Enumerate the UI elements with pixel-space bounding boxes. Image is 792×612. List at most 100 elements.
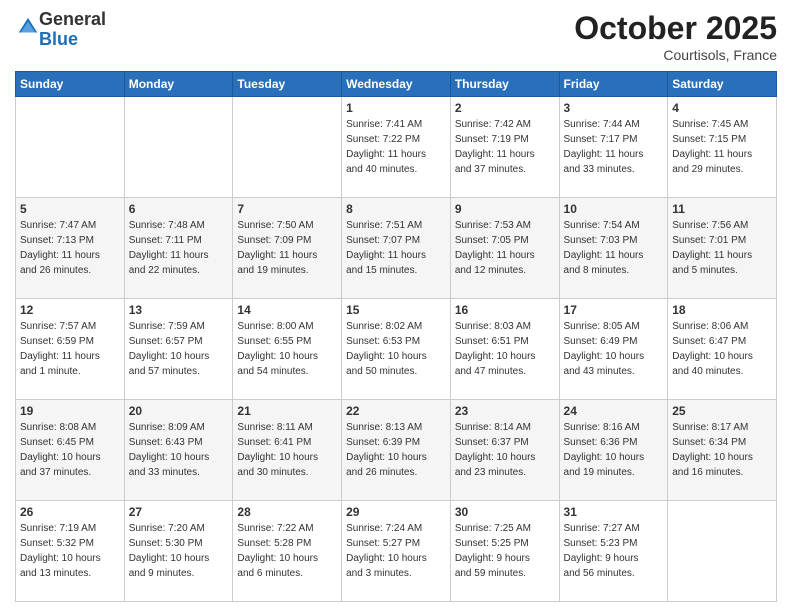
day-number: 6 bbox=[129, 202, 229, 216]
calendar-cell-4-1: 27 Sunrise: 7:20 AM Sunset: 5:30 PM Dayli… bbox=[124, 501, 233, 602]
calendar-cell-2-1: 13 Sunrise: 7:59 AM Sunset: 6:57 PM Dayli… bbox=[124, 299, 233, 400]
logo-icon bbox=[17, 16, 39, 38]
calendar-cell-3-5: 24Sunrise: 8:16 AM Sunset: 6:36 PM Dayli… bbox=[559, 400, 668, 501]
day-number: 17 bbox=[564, 303, 664, 317]
day-number: 13 bbox=[129, 303, 229, 317]
calendar-cell-0-0 bbox=[16, 97, 125, 198]
day-number: 21 bbox=[237, 404, 337, 418]
day-info: Sunrise: 8:00 AM Sunset: 6:55 PM Dayligh… bbox=[237, 319, 337, 379]
day-number: 9 bbox=[455, 202, 555, 216]
calendar-cell-4-3: 29 Sunrise: 7:24 AM Sunset: 5:27 PM Dayli… bbox=[342, 501, 451, 602]
calendar-cell-2-0: 12Sunrise: 7:57 AM Sunset: 6:59 PM Dayli… bbox=[16, 299, 125, 400]
day-number: 15 bbox=[346, 303, 446, 317]
calendar-cell-1-4: 9 Sunrise: 7:53 AM Sunset: 7:05 PM Daylig… bbox=[450, 198, 559, 299]
day-number: 19 bbox=[20, 404, 120, 418]
day-number: 31 bbox=[564, 505, 664, 519]
calendar-cell-2-3: 15 Sunrise: 8:02 AM Sunset: 6:53 PM Dayli… bbox=[342, 299, 451, 400]
day-number: 16 bbox=[455, 303, 555, 317]
day-info: Sunrise: 8:13 AM Sunset: 6:39 PM Dayligh… bbox=[346, 420, 446, 480]
calendar-cell-0-2 bbox=[233, 97, 342, 198]
day-info: Sunrise: 7:57 AM Sunset: 6:59 PM Dayligh… bbox=[20, 319, 120, 379]
col-friday: Friday bbox=[559, 72, 668, 97]
day-info: Sunrise: 7:53 AM Sunset: 7:05 PM Dayligh… bbox=[455, 218, 555, 278]
day-number: 26 bbox=[20, 505, 120, 519]
day-info: Sunrise: 8:05 AM Sunset: 6:49 PM Dayligh… bbox=[564, 319, 664, 379]
day-number: 7 bbox=[237, 202, 337, 216]
day-info: Sunrise: 7:19 AM Sunset: 5:32 PM Dayligh… bbox=[20, 521, 120, 581]
logo: General Blue bbox=[15, 10, 106, 50]
day-number: 3 bbox=[564, 101, 664, 115]
calendar-cell-1-3: 8 Sunrise: 7:51 AM Sunset: 7:07 PM Daylig… bbox=[342, 198, 451, 299]
col-monday: Monday bbox=[124, 72, 233, 97]
day-number: 5 bbox=[20, 202, 120, 216]
day-number: 28 bbox=[237, 505, 337, 519]
logo-general: General bbox=[39, 9, 106, 29]
day-info: Sunrise: 8:02 AM Sunset: 6:53 PM Dayligh… bbox=[346, 319, 446, 379]
calendar-table: Sunday Monday Tuesday Wednesday Thursday… bbox=[15, 71, 777, 602]
day-info: Sunrise: 7:22 AM Sunset: 5:28 PM Dayligh… bbox=[237, 521, 337, 581]
col-saturday: Saturday bbox=[668, 72, 777, 97]
day-number: 8 bbox=[346, 202, 446, 216]
calendar-cell-3-3: 22 Sunrise: 8:13 AM Sunset: 6:39 PM Dayli… bbox=[342, 400, 451, 501]
calendar-week-row-0: 1 Sunrise: 7:41 AM Sunset: 7:22 PM Daylig… bbox=[16, 97, 777, 198]
calendar-cell-3-6: 25Sunrise: 8:17 AM Sunset: 6:34 PM Dayli… bbox=[668, 400, 777, 501]
calendar-cell-4-5: 31 Sunrise: 7:27 AM Sunset: 5:23 PM Dayli… bbox=[559, 501, 668, 602]
day-info: Sunrise: 7:25 AM Sunset: 5:25 PM Dayligh… bbox=[455, 521, 555, 581]
col-tuesday: Tuesday bbox=[233, 72, 342, 97]
calendar-week-row-1: 5 Sunrise: 7:47 AM Sunset: 7:13 PM Daylig… bbox=[16, 198, 777, 299]
col-sunday: Sunday bbox=[16, 72, 125, 97]
day-number: 11 bbox=[672, 202, 772, 216]
calendar-cell-2-5: 17 Sunrise: 8:05 AM Sunset: 6:49 PM Dayli… bbox=[559, 299, 668, 400]
month-title: October 2025 bbox=[574, 10, 777, 47]
calendar-cell-3-4: 23 Sunrise: 8:14 AM Sunset: 6:37 PM Dayli… bbox=[450, 400, 559, 501]
calendar-cell-0-3: 1 Sunrise: 7:41 AM Sunset: 7:22 PM Daylig… bbox=[342, 97, 451, 198]
day-info: Sunrise: 7:45 AM Sunset: 7:15 PM Dayligh… bbox=[672, 117, 772, 177]
calendar-cell-2-4: 16Sunrise: 8:03 AM Sunset: 6:51 PM Dayli… bbox=[450, 299, 559, 400]
calendar-cell-4-0: 26 Sunrise: 7:19 AM Sunset: 5:32 PM Dayli… bbox=[16, 501, 125, 602]
day-number: 24 bbox=[564, 404, 664, 418]
calendar-cell-0-6: 4 Sunrise: 7:45 AM Sunset: 7:15 PM Daylig… bbox=[668, 97, 777, 198]
calendar-week-row-2: 12Sunrise: 7:57 AM Sunset: 6:59 PM Dayli… bbox=[16, 299, 777, 400]
day-info: Sunrise: 7:48 AM Sunset: 7:11 PM Dayligh… bbox=[129, 218, 229, 278]
day-info: Sunrise: 7:47 AM Sunset: 7:13 PM Dayligh… bbox=[20, 218, 120, 278]
day-info: Sunrise: 7:54 AM Sunset: 7:03 PM Dayligh… bbox=[564, 218, 664, 278]
day-info: Sunrise: 8:11 AM Sunset: 6:41 PM Dayligh… bbox=[237, 420, 337, 480]
header: General Blue October 2025 Courtisols, Fr… bbox=[15, 10, 777, 63]
location: Courtisols, France bbox=[574, 47, 777, 63]
day-number: 23 bbox=[455, 404, 555, 418]
day-info: Sunrise: 8:06 AM Sunset: 6:47 PM Dayligh… bbox=[672, 319, 772, 379]
calendar-header-row: Sunday Monday Tuesday Wednesday Thursday… bbox=[16, 72, 777, 97]
day-info: Sunrise: 7:41 AM Sunset: 7:22 PM Dayligh… bbox=[346, 117, 446, 177]
day-number: 18 bbox=[672, 303, 772, 317]
day-info: Sunrise: 7:20 AM Sunset: 5:30 PM Dayligh… bbox=[129, 521, 229, 581]
calendar-cell-4-2: 28 Sunrise: 7:22 AM Sunset: 5:28 PM Dayli… bbox=[233, 501, 342, 602]
day-number: 1 bbox=[346, 101, 446, 115]
calendar-cell-1-1: 6 Sunrise: 7:48 AM Sunset: 7:11 PM Daylig… bbox=[124, 198, 233, 299]
calendar-cell-3-0: 19 Sunrise: 8:08 AM Sunset: 6:45 PM Dayli… bbox=[16, 400, 125, 501]
col-wednesday: Wednesday bbox=[342, 72, 451, 97]
day-number: 10 bbox=[564, 202, 664, 216]
day-number: 29 bbox=[346, 505, 446, 519]
calendar-cell-2-6: 18 Sunrise: 8:06 AM Sunset: 6:47 PM Dayli… bbox=[668, 299, 777, 400]
calendar-cell-0-4: 2 Sunrise: 7:42 AM Sunset: 7:19 PM Daylig… bbox=[450, 97, 559, 198]
day-info: Sunrise: 7:42 AM Sunset: 7:19 PM Dayligh… bbox=[455, 117, 555, 177]
calendar-cell-2-2: 14Sunrise: 8:00 AM Sunset: 6:55 PM Dayli… bbox=[233, 299, 342, 400]
calendar-cell-1-6: 11Sunrise: 7:56 AM Sunset: 7:01 PM Dayli… bbox=[668, 198, 777, 299]
day-info: Sunrise: 7:50 AM Sunset: 7:09 PM Dayligh… bbox=[237, 218, 337, 278]
calendar-week-row-4: 26 Sunrise: 7:19 AM Sunset: 5:32 PM Dayli… bbox=[16, 501, 777, 602]
day-info: Sunrise: 8:14 AM Sunset: 6:37 PM Dayligh… bbox=[455, 420, 555, 480]
day-info: Sunrise: 7:24 AM Sunset: 5:27 PM Dayligh… bbox=[346, 521, 446, 581]
day-number: 27 bbox=[129, 505, 229, 519]
day-info: Sunrise: 8:08 AM Sunset: 6:45 PM Dayligh… bbox=[20, 420, 120, 480]
day-number: 4 bbox=[672, 101, 772, 115]
day-info: Sunrise: 7:59 AM Sunset: 6:57 PM Dayligh… bbox=[129, 319, 229, 379]
day-number: 22 bbox=[346, 404, 446, 418]
calendar-cell-1-2: 7 Sunrise: 7:50 AM Sunset: 7:09 PM Daylig… bbox=[233, 198, 342, 299]
page: General Blue October 2025 Courtisols, Fr… bbox=[0, 0, 792, 612]
title-block: October 2025 Courtisols, France bbox=[574, 10, 777, 63]
day-number: 2 bbox=[455, 101, 555, 115]
day-info: Sunrise: 7:27 AM Sunset: 5:23 PM Dayligh… bbox=[564, 521, 664, 581]
day-number: 25 bbox=[672, 404, 772, 418]
logo-text: General Blue bbox=[39, 10, 106, 50]
day-info: Sunrise: 7:51 AM Sunset: 7:07 PM Dayligh… bbox=[346, 218, 446, 278]
